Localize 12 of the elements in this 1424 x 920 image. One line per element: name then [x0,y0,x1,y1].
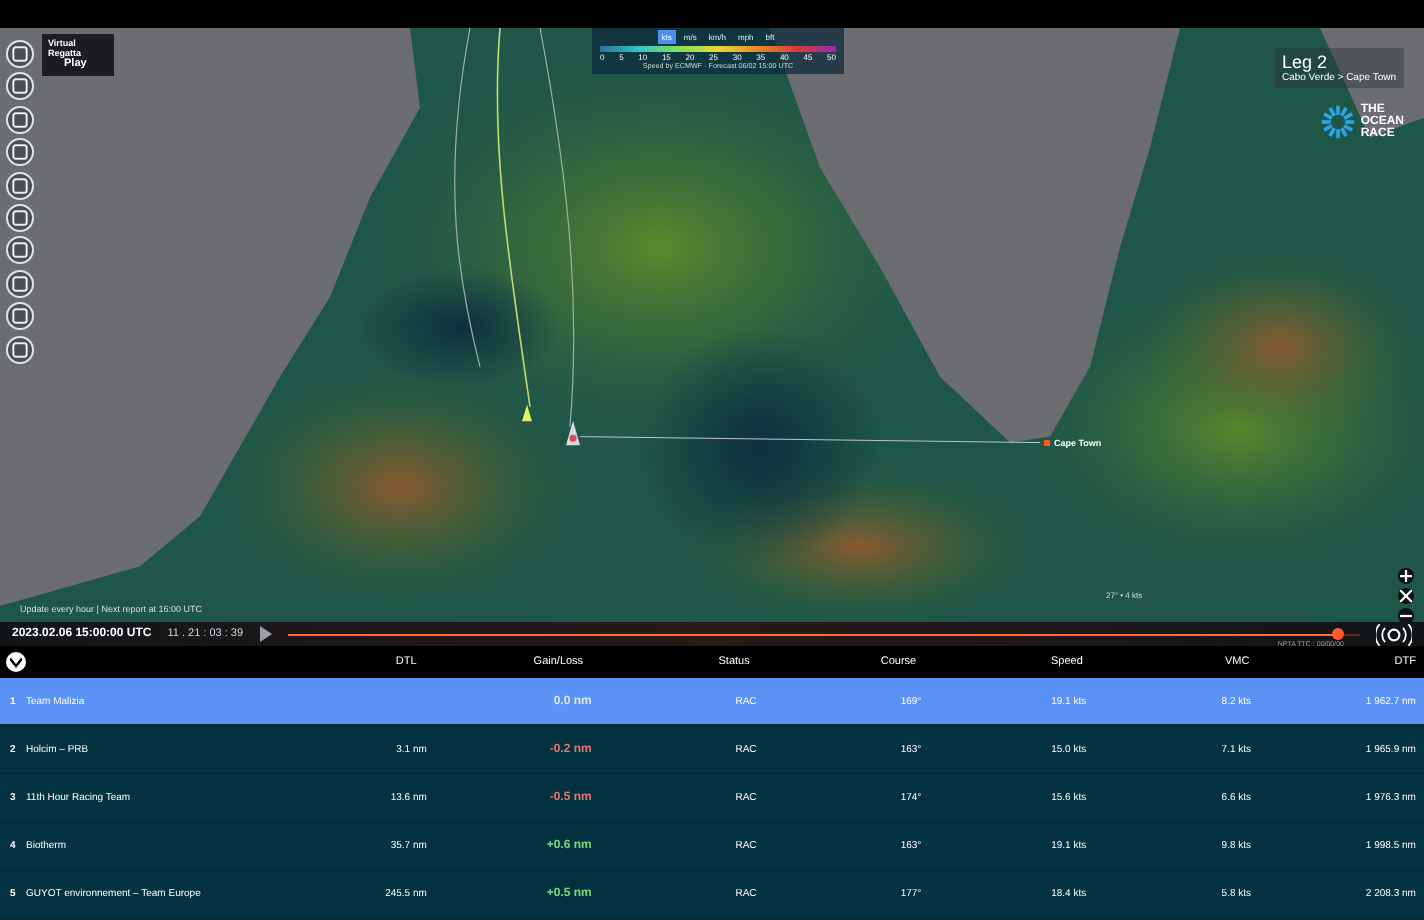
broadcast-icon[interactable] [1376,623,1412,645]
play-icon[interactable] [259,626,272,642]
sunburst-icon [1320,104,1357,140]
chevron-down-icon [10,657,22,667]
collapse-button[interactable] [6,652,26,672]
leg-title: Leg 2 [1281,52,1327,72]
close-icon [1400,590,1412,602]
location-marker-icon [1044,440,1050,446]
boat-icon[interactable] [522,404,532,422]
plus-icon [1400,570,1412,582]
minus-icon [1400,610,1412,622]
boat-icon[interactable] [566,420,580,446]
